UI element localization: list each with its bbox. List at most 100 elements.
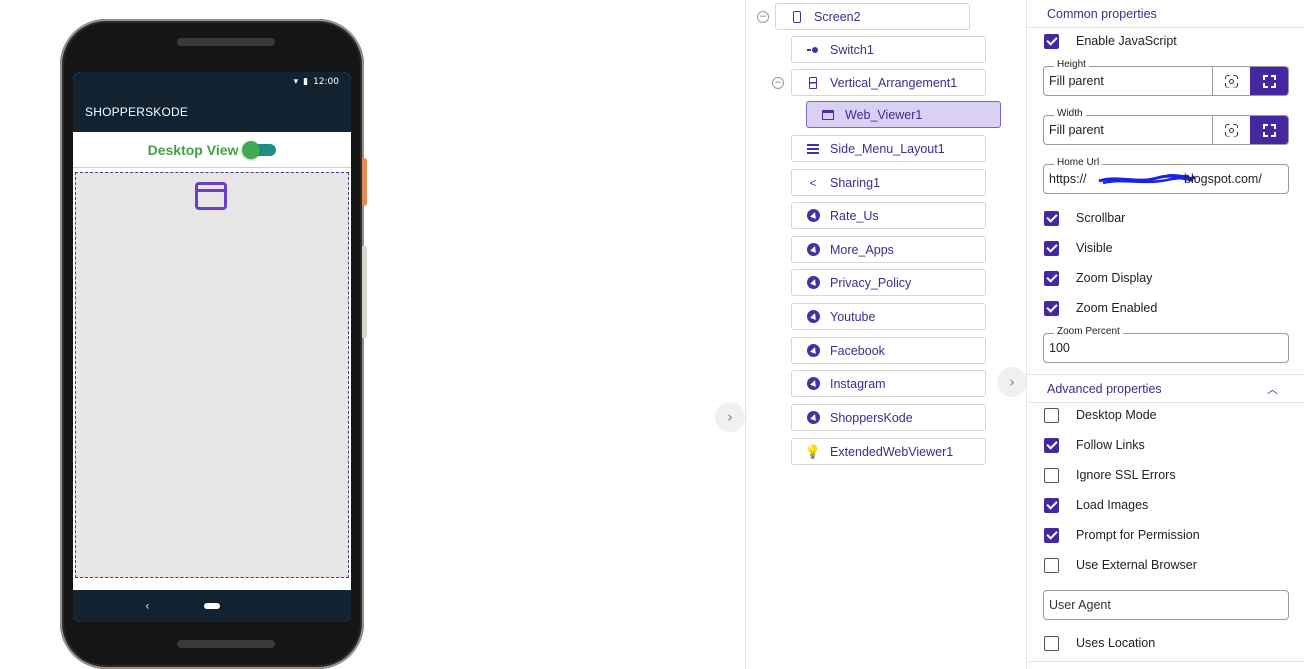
zoom-percent-field[interactable]: Zoom Percent 100 [1043, 326, 1289, 363]
home-url-field[interactable]: Home Url https:// blogspot.com/ [1043, 157, 1289, 194]
zoom-percent-value: 100 [1049, 341, 1070, 355]
fill-parent-button[interactable] [1250, 116, 1288, 144]
section-title: Common properties [1047, 6, 1157, 21]
status-time: 12:00 [313, 77, 339, 87]
tree-item-rate-us[interactable]: Rate_Us [791, 202, 986, 229]
fill-parent-button[interactable] [1250, 67, 1288, 95]
automatic-size-button[interactable] [1212, 67, 1250, 95]
zoom-percent-legend: Zoom Percent [1054, 326, 1123, 337]
tree-item-label: Screen2 [814, 9, 861, 24]
redaction-scribble [1098, 173, 1196, 185]
scrollbar-row[interactable]: Scrollbar [1044, 208, 1125, 228]
automatic-icon [1225, 75, 1238, 88]
use-external-browser-label: Use External Browser [1076, 558, 1197, 572]
back-icon[interactable]: ‹ [145, 599, 150, 613]
tree-item-switch1[interactable]: Switch1 [791, 36, 986, 63]
use-external-browser-checkbox[interactable] [1044, 557, 1059, 573]
tree-item-label: ExtendedWebViewer1 [830, 444, 954, 459]
use-external-browser-row[interactable]: Use External Browser [1044, 555, 1197, 575]
zoom-enabled-row[interactable]: Zoom Enabled [1044, 298, 1157, 318]
prompt-for-permission-row[interactable]: Prompt for Permission [1044, 525, 1200, 545]
section-title: Advanced properties [1047, 381, 1162, 396]
follow-links-checkbox[interactable] [1044, 437, 1059, 453]
width-legend: Width [1054, 108, 1086, 119]
scrollbar-label: Scrollbar [1076, 211, 1126, 225]
height-field[interactable]: Height Fill parent [1043, 59, 1289, 96]
component-tree-panel: − Screen2 Switch1 − Vertical_Arrangement… [745, 0, 1027, 669]
app-title: SHOPPERSKODE [85, 105, 189, 119]
list-icon [806, 143, 820, 154]
zoom-enabled-checkbox[interactable] [1044, 300, 1059, 316]
tree-item-extendedwebviewer1[interactable]: 💡 ExtendedWebViewer1 [791, 438, 986, 465]
load-images-label: Load Images [1076, 498, 1149, 512]
uses-location-row[interactable]: Uses Location [1044, 633, 1155, 653]
tree-item-screen2[interactable]: Screen2 [775, 3, 970, 30]
phone-icon [790, 10, 804, 23]
section-divider [1028, 661, 1304, 662]
web-viewer-icon [821, 109, 835, 120]
web-viewer-preview[interactable] [75, 172, 349, 578]
enable-javascript-label: Enable JavaScript [1076, 34, 1177, 48]
tree-item-web-viewer1[interactable]: Web_Viewer1 [806, 101, 1001, 128]
tree-item-label: Instagram [830, 376, 886, 391]
phone-speaker [177, 38, 275, 46]
user-agent-field[interactable]: User Agent [1043, 590, 1289, 620]
extension-icon [806, 344, 820, 357]
chevron-up-icon[interactable]: ︿ [1267, 381, 1278, 397]
toggle-switch[interactable] [242, 140, 277, 159]
tree-item-label: Privacy_Policy [830, 275, 912, 290]
collapse-tree-chevron-icon[interactable]: › [997, 367, 1027, 397]
tree-item-label: Sharing1 [830, 175, 881, 190]
home-icon[interactable] [204, 603, 220, 609]
extension-icon [806, 276, 820, 289]
switch1-preview[interactable]: Desktop View [73, 132, 351, 168]
desktop-mode-row[interactable]: Desktop Mode [1044, 405, 1157, 425]
home-url-legend: Home Url [1054, 157, 1103, 168]
tree-item-vertical-arrangement1[interactable]: Vertical_Arrangement1 [791, 69, 986, 96]
tree-item-privacy-policy[interactable]: Privacy_Policy [791, 269, 986, 296]
advanced-properties-header[interactable]: Advanced properties ︿ [1028, 375, 1304, 403]
battery-icon: ▮ [303, 77, 309, 87]
tree-item-label: Rate_Us [830, 208, 879, 223]
vertical-arrangement-icon [806, 76, 820, 89]
tree-item-instagram[interactable]: Instagram [791, 370, 986, 397]
android-nav-bar: ‹ [73, 590, 351, 622]
fullscreen-icon [1262, 123, 1276, 137]
tree-item-shopperskode[interactable]: ShoppersKode [791, 404, 986, 431]
enable-javascript-row[interactable]: Enable JavaScript [1044, 31, 1177, 51]
tree-item-label: Switch1 [830, 42, 874, 57]
collapse-screen2-icon[interactable]: − [757, 11, 769, 23]
follow-links-row[interactable]: Follow Links [1044, 435, 1145, 455]
prompt-for-permission-checkbox[interactable] [1044, 527, 1059, 543]
tree-item-side-menu-layout1[interactable]: Side_Menu_Layout1 [791, 135, 986, 162]
common-properties-header[interactable]: Common properties [1028, 0, 1304, 28]
load-images-row[interactable]: Load Images [1044, 495, 1148, 515]
collapse-viewer-chevron-icon[interactable]: › [715, 402, 745, 432]
enable-javascript-checkbox[interactable] [1044, 33, 1059, 49]
tree-item-youtube[interactable]: Youtube [791, 303, 986, 330]
zoom-display-row[interactable]: Zoom Display [1044, 268, 1152, 288]
scrollbar-checkbox[interactable] [1044, 210, 1059, 226]
automatic-size-button[interactable] [1212, 116, 1250, 144]
collapse-vertical-arrangement-icon[interactable]: − [772, 77, 784, 89]
visible-row[interactable]: Visible [1044, 238, 1113, 258]
zoom-display-checkbox[interactable] [1044, 270, 1059, 286]
automatic-icon [1225, 124, 1238, 137]
visible-checkbox[interactable] [1044, 240, 1059, 256]
ignore-ssl-errors-row[interactable]: Ignore SSL Errors [1044, 465, 1176, 485]
visible-label: Visible [1076, 241, 1113, 255]
uses-location-label: Uses Location [1076, 636, 1156, 650]
tree-item-label: ShoppersKode [830, 410, 913, 425]
phone-screen: ▾ ▮ 12:00 SHOPPERSKODE Desktop View ‹ [73, 72, 351, 622]
tree-item-facebook[interactable]: Facebook [791, 337, 986, 364]
ignore-ssl-errors-checkbox[interactable] [1044, 467, 1059, 483]
web-viewer-icon [195, 182, 227, 210]
status-bar: ▾ ▮ 12:00 [73, 72, 351, 92]
uses-location-checkbox[interactable] [1044, 635, 1059, 651]
width-field[interactable]: Width Fill parent [1043, 108, 1289, 145]
tree-item-sharing1[interactable]: < Sharing1 [791, 169, 986, 196]
tree-item-label: More_Apps [830, 242, 894, 257]
tree-item-more-apps[interactable]: More_Apps [791, 236, 986, 263]
desktop-mode-checkbox[interactable] [1044, 407, 1059, 423]
load-images-checkbox[interactable] [1044, 497, 1059, 513]
